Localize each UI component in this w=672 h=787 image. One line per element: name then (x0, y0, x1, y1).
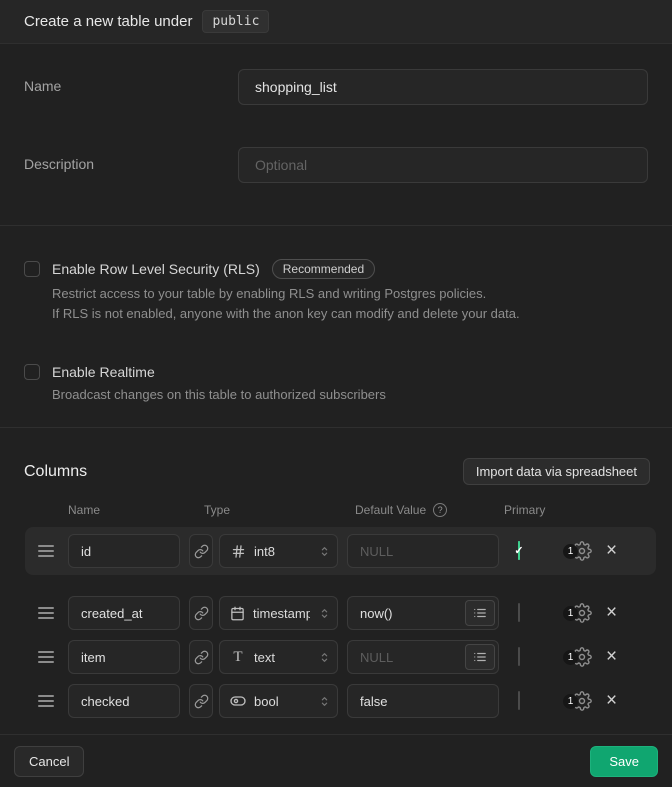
rls-description-line1: Restrict access to your table by enablin… (52, 284, 648, 304)
columns-table-headers: Name Type Default Value Primary (25, 503, 672, 517)
name-field-row: Name (24, 69, 648, 105)
rls-description-line2: If RLS is not enabled, anyone with the a… (52, 304, 648, 324)
remove-column-button[interactable]: × (606, 606, 617, 620)
drag-handle-icon[interactable] (38, 695, 54, 707)
chevron-up-down-icon (318, 695, 331, 708)
foreign-key-button[interactable] (189, 684, 213, 718)
cancel-button[interactable]: Cancel (14, 746, 84, 777)
default-suggestions-button[interactable] (465, 644, 495, 670)
default-value-input[interactable] (347, 684, 499, 718)
column-type-select[interactable]: int8 (219, 534, 338, 568)
default-value-input[interactable] (347, 534, 499, 568)
column-type-value: text (254, 650, 310, 665)
close-icon: × (606, 646, 617, 667)
primary-checkbox[interactable] (518, 541, 520, 560)
rls-checkbox[interactable] (24, 261, 40, 277)
link-icon (194, 694, 209, 709)
column-rows: int8 1 × (0, 527, 672, 723)
realtime-option-row: Enable Realtime (24, 364, 648, 380)
remove-column-button[interactable]: × (606, 544, 617, 558)
table-description-input[interactable] (238, 147, 648, 183)
default-suggestions-button[interactable] (465, 600, 495, 626)
table-info-section: Name Description (0, 44, 672, 226)
column-row-item: T text 1 × (25, 635, 656, 679)
settings-count-badge: 1 (563, 606, 578, 621)
description-label: Description (24, 147, 238, 172)
rls-option-row: Enable Row Level Security (RLS) Recommen… (24, 259, 648, 279)
column-type-select[interactable]: bool (219, 684, 338, 718)
import-spreadsheet-button[interactable]: Import data via spreadsheet (463, 458, 650, 485)
rls-label: Enable Row Level Security (RLS) (52, 261, 260, 277)
dialog-header: Create a new table under public (0, 0, 672, 44)
column-name-input[interactable] (68, 596, 180, 630)
column-row-checked: bool 1 × (25, 679, 656, 723)
settings-count-badge: 1 (563, 694, 578, 709)
toggle-icon (230, 693, 246, 709)
link-icon (194, 650, 209, 665)
primary-checkbox[interactable] (518, 603, 520, 622)
chevron-up-down-icon (318, 607, 331, 620)
list-icon (473, 606, 487, 620)
close-icon: × (606, 602, 617, 623)
realtime-description: Broadcast changes on this table to autho… (52, 385, 648, 405)
help-icon[interactable] (433, 503, 447, 517)
drag-handle-icon[interactable] (38, 607, 54, 619)
drag-handle-icon[interactable] (38, 545, 54, 557)
text-icon: T (230, 649, 246, 666)
close-icon: × (606, 690, 617, 711)
columns-title: Columns (24, 463, 87, 481)
rls-description: Restrict access to your table by enablin… (52, 284, 648, 324)
column-name-input[interactable] (68, 534, 180, 568)
column-type-value: int8 (254, 544, 310, 559)
column-row-created-at: timestamptz 1 × (25, 591, 656, 635)
column-type-select[interactable]: T text (219, 640, 338, 674)
close-icon: × (606, 540, 617, 561)
realtime-label: Enable Realtime (52, 364, 155, 380)
link-icon (194, 606, 209, 621)
recommended-badge: Recommended (272, 259, 375, 279)
remove-column-button[interactable]: × (606, 694, 617, 708)
schema-badge: public (202, 10, 269, 33)
name-label: Name (24, 69, 238, 94)
description-field-row: Description (24, 147, 648, 183)
column-name-input[interactable] (68, 640, 180, 674)
calendar-icon (230, 606, 245, 621)
table-name-input[interactable] (238, 69, 648, 105)
settings-count-badge: 1 (563, 544, 578, 559)
column-row-id: int8 1 × (25, 527, 656, 575)
column-type-value: timestamptz (253, 606, 310, 621)
drag-handle-icon[interactable] (38, 651, 54, 663)
columns-section: Columns Import data via spreadsheet Name… (0, 428, 672, 734)
remove-column-button[interactable]: × (606, 650, 617, 664)
header-primary: Primary (504, 503, 545, 517)
chevron-up-down-icon (318, 651, 331, 664)
header-default-value: Default Value (355, 503, 426, 517)
options-section: Enable Row Level Security (RLS) Recommen… (0, 226, 672, 428)
dialog-footer: Cancel Save (0, 734, 672, 787)
foreign-key-button[interactable] (189, 534, 213, 568)
list-icon (473, 650, 487, 664)
save-button[interactable]: Save (590, 746, 658, 777)
foreign-key-button[interactable] (189, 640, 213, 674)
header-type: Type (204, 503, 333, 517)
header-name: Name (54, 503, 204, 517)
link-icon (194, 544, 209, 559)
chevron-up-down-icon (318, 545, 331, 558)
column-type-select[interactable]: timestamptz (219, 596, 338, 630)
primary-checkbox[interactable] (518, 647, 520, 666)
foreign-key-button[interactable] (189, 596, 213, 630)
dialog-title: Create a new table under (24, 13, 192, 30)
create-table-dialog: Create a new table under public Name Des… (0, 0, 672, 787)
column-name-input[interactable] (68, 684, 180, 718)
hash-icon (230, 544, 246, 559)
column-type-value: bool (254, 694, 310, 709)
settings-count-badge: 1 (563, 650, 578, 665)
realtime-checkbox[interactable] (24, 364, 40, 380)
primary-checkbox[interactable] (518, 691, 520, 710)
